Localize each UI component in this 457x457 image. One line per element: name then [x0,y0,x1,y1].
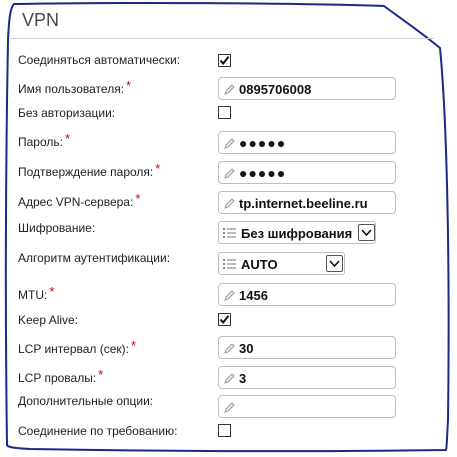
encryption-value: Без шифрования [241,226,353,241]
required-mark: * [126,78,132,93]
lcp-interval-label: LCP интервал (сек): * [18,338,137,356]
password-value: ●●●●● [239,135,287,151]
lcp-failures-value: 3 [239,371,247,386]
auth-algorithm-value: AUTO [241,257,278,272]
username-input[interactable]: 0895706008 [218,77,396,100]
extra-options-label: Дополнительные опции: [18,394,154,408]
required-mark: * [49,284,55,299]
pencil-icon [224,138,235,149]
required-mark: * [98,367,104,382]
lcp-failures-label: LCP провалы: * [18,367,104,385]
on-demand-label: Соединение по требованию: [18,424,178,438]
auto-connect-label: Соединяться автоматически: [18,53,181,67]
password-input[interactable]: ●●●●● [218,131,396,154]
lcp-failures-input[interactable]: 3 [218,366,396,389]
pencil-icon [224,168,235,179]
chevron-down-icon[interactable] [358,224,375,241]
title-divider [10,38,434,39]
vpn-server-value: tp.internet.beeline.ru [239,196,368,211]
check-icon [219,56,230,66]
required-mark: * [131,338,137,353]
vpn-server-input[interactable]: tp.internet.beeline.ru [218,191,396,214]
keep-alive-checkbox[interactable] [218,313,231,326]
auto-connect-checkbox[interactable] [218,54,231,67]
password-confirm-label: Подтверждение пароля: * [18,161,161,179]
encryption-label: Шифрование: [18,221,96,235]
lcp-interval-value: 30 [239,341,254,356]
required-mark: * [135,191,141,206]
no-auth-label: Без авторизации: [18,106,116,120]
no-auth-checkbox[interactable] [218,106,231,119]
pencil-icon [224,373,235,384]
keep-alive-label: Keep Alive: [18,313,79,327]
pencil-icon [224,198,235,209]
encryption-select[interactable]: Без шифрования [218,221,376,244]
check-icon [219,315,230,325]
on-demand-checkbox[interactable] [218,424,231,437]
username-value: 0895706008 [239,82,312,97]
auth-algorithm-select[interactable]: AUTO [218,252,345,275]
required-mark: * [155,161,161,176]
auth-algorithm-label: Алгоритм аутентификации: [18,251,171,265]
pencil-icon [224,402,235,413]
list-icon [223,259,236,269]
chevron-down-icon[interactable] [326,255,343,272]
mtu-label: MTU: * [18,284,55,302]
pencil-icon [224,343,235,354]
mtu-input[interactable]: 1456 [218,283,396,306]
lcp-interval-input[interactable]: 30 [218,336,396,359]
username-label: Имя пользователя: * [18,78,132,96]
panel-title: VPN [22,10,60,30]
password-label: Пароль: * [18,131,71,149]
password-confirm-value: ●●●●● [239,165,287,181]
pencil-icon [224,84,235,95]
password-confirm-input[interactable]: ●●●●● [218,161,396,184]
vpn-server-label: Адрес VPN-сервера: * [18,191,141,209]
required-mark: * [64,131,71,146]
pencil-icon [224,290,235,301]
extra-options-input[interactable] [218,395,396,418]
mtu-value: 1456 [239,288,268,303]
list-icon [223,228,236,238]
